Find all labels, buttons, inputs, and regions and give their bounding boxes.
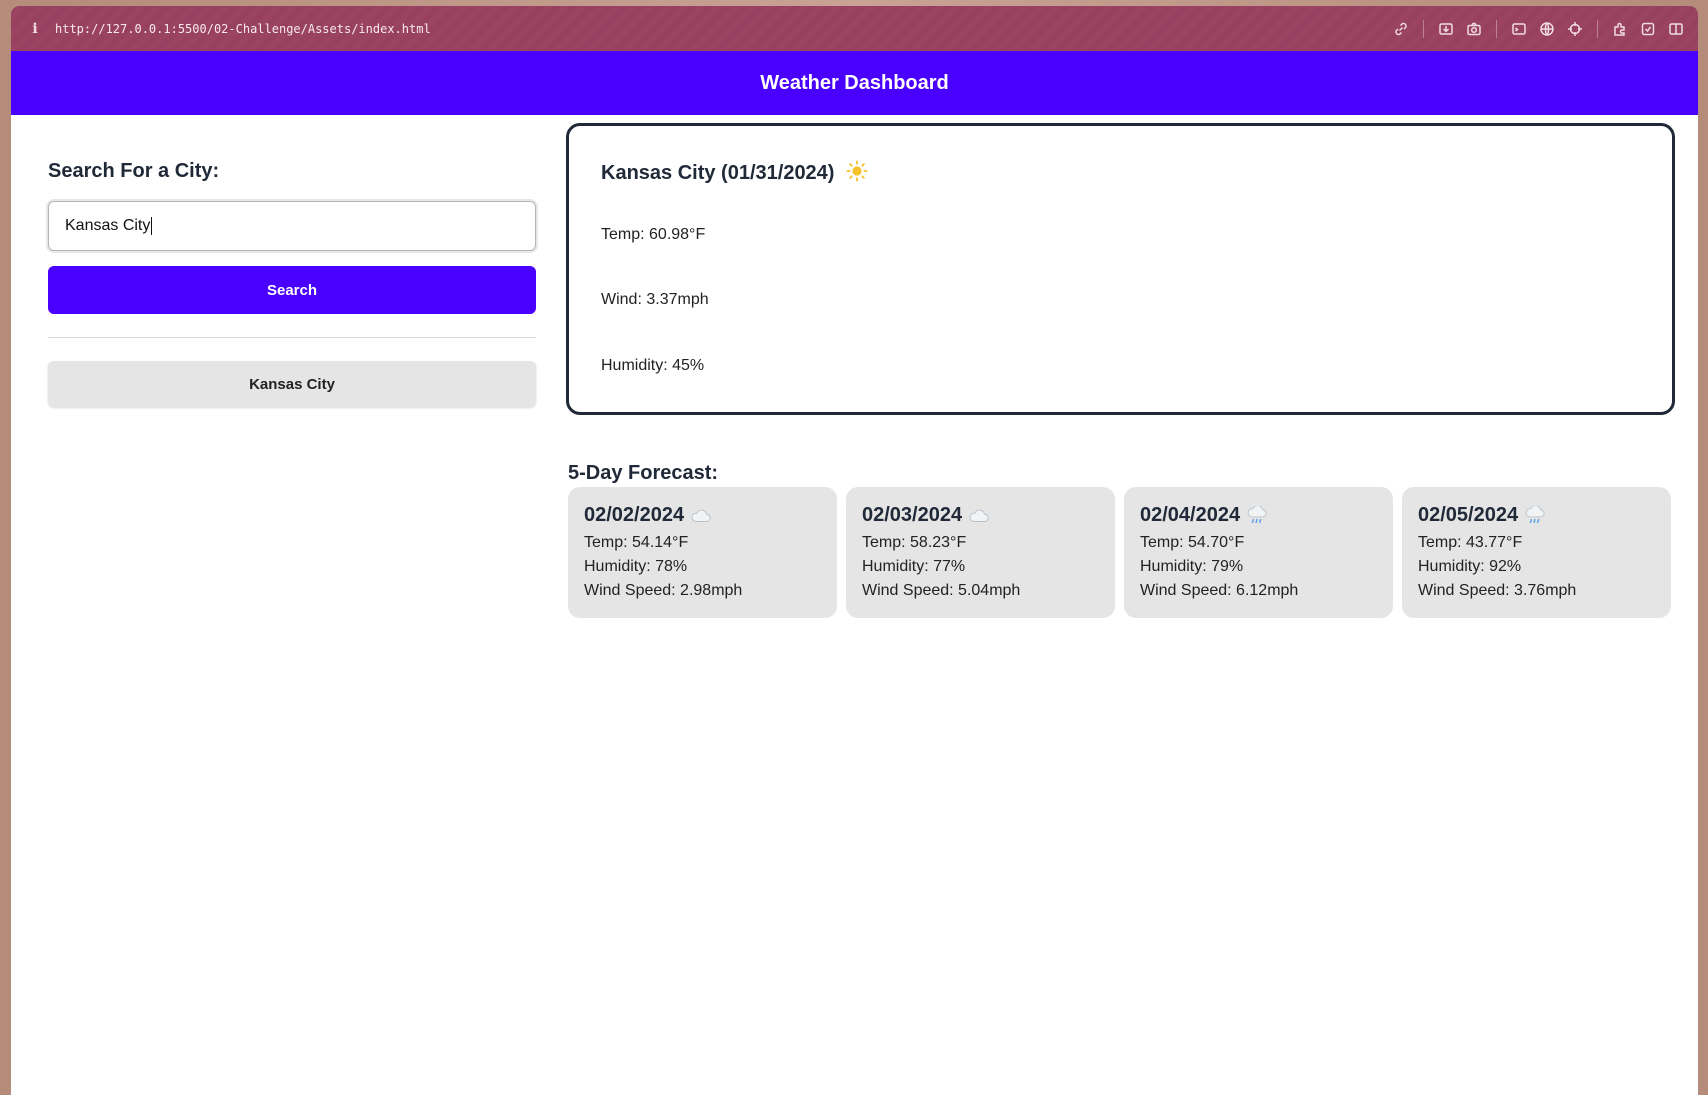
forecast-temp: Temp: 54.14°F bbox=[584, 534, 689, 551]
rain-cloud-icon bbox=[1247, 505, 1267, 523]
camera-icon[interactable] bbox=[1465, 20, 1483, 38]
forecast-card: 02/05/2024 Temp: 43.77°F Humidity: 92% W… bbox=[1402, 487, 1671, 618]
globe-icon[interactable] bbox=[1538, 20, 1556, 38]
current-temp: Temp: 60.98°F bbox=[601, 226, 706, 243]
current-wind: Wind: 3.37mph bbox=[601, 291, 709, 308]
crosshair-icon[interactable] bbox=[1566, 20, 1584, 38]
forecast-temp: Temp: 58.23°F bbox=[862, 534, 967, 551]
search-button[interactable]: Search bbox=[48, 266, 536, 314]
page-title: Weather Dashboard bbox=[760, 71, 949, 94]
current-weather-title: Kansas City (01/31/2024) bbox=[601, 160, 1640, 185]
forecast-humidity: Humidity: 77% bbox=[862, 558, 966, 575]
forecast-card: 02/04/2024 Temp: 54.70°F Humidity: 79% W… bbox=[1124, 487, 1393, 618]
city-search-input[interactable]: Kansas City bbox=[48, 201, 536, 251]
address-bar[interactable]: http://127.0.0.1:5500/02-Challenge/Asset… bbox=[55, 22, 431, 36]
shield-icon[interactable] bbox=[1639, 20, 1657, 38]
forecast-heading: 5-Day Forecast: bbox=[568, 462, 719, 484]
current-city-date: Kansas City (01/31/2024) bbox=[601, 162, 835, 184]
forecast-wind: Wind Speed: 2.98mph bbox=[584, 582, 743, 599]
download-icon[interactable] bbox=[1437, 20, 1455, 38]
forecast-wind: Wind Speed: 6.12mph bbox=[1140, 582, 1299, 599]
text-caret bbox=[151, 217, 153, 235]
browser-toolbar: i http://127.0.0.1:5500/02-Challenge/Ass… bbox=[11, 6, 1698, 51]
forecast-date: 02/04/2024 bbox=[1140, 504, 1377, 527]
forecast-cards: 02/02/2024 Temp: 54.14°F Humidity: 78% W… bbox=[568, 487, 1671, 618]
cloud-icon bbox=[969, 509, 989, 522]
search-sidebar: Search For a City: Kansas City Search Ka… bbox=[48, 160, 536, 407]
forecast-card: 02/03/2024 Temp: 58.23°F Humidity: 77% W… bbox=[846, 487, 1115, 618]
forecast-card: 02/02/2024 Temp: 54.14°F Humidity: 78% W… bbox=[568, 487, 837, 618]
search-heading: Search For a City: bbox=[48, 160, 220, 182]
sidebar-toggle-icon[interactable] bbox=[1667, 20, 1685, 38]
divider bbox=[48, 337, 536, 338]
forecast-wind: Wind Speed: 3.76mph bbox=[1418, 582, 1577, 599]
terminal-icon[interactable] bbox=[1510, 20, 1528, 38]
current-weather-card: Kansas City (01/31/2024) Temp: 60.98°F W… bbox=[566, 123, 1675, 415]
forecast-wind: Wind Speed: 5.04mph bbox=[862, 582, 1021, 599]
city-input-value: Kansas City bbox=[65, 217, 151, 234]
forecast-date: 02/03/2024 bbox=[862, 504, 1099, 527]
rain-cloud-icon bbox=[1525, 505, 1545, 523]
history-item-button[interactable]: Kansas City bbox=[48, 361, 536, 407]
forecast-humidity: Humidity: 79% bbox=[1140, 558, 1244, 575]
current-humidity: Humidity: 45% bbox=[601, 357, 705, 374]
browser-tools bbox=[1387, 6, 1690, 51]
forecast-temp: Temp: 43.77°F bbox=[1418, 534, 1523, 551]
extension-icon[interactable] bbox=[1611, 20, 1629, 38]
forecast-date: 02/05/2024 bbox=[1418, 504, 1655, 527]
info-icon[interactable]: i bbox=[27, 21, 43, 37]
forecast-temp: Temp: 54.70°F bbox=[1140, 534, 1245, 551]
app-header: Weather Dashboard bbox=[11, 51, 1698, 115]
forecast-humidity: Humidity: 92% bbox=[1418, 558, 1522, 575]
cloud-icon bbox=[691, 509, 711, 522]
forecast-humidity: Humidity: 78% bbox=[584, 558, 688, 575]
sun-icon bbox=[846, 160, 868, 182]
forecast-date: 02/02/2024 bbox=[584, 504, 821, 527]
link-icon[interactable] bbox=[1392, 20, 1410, 38]
